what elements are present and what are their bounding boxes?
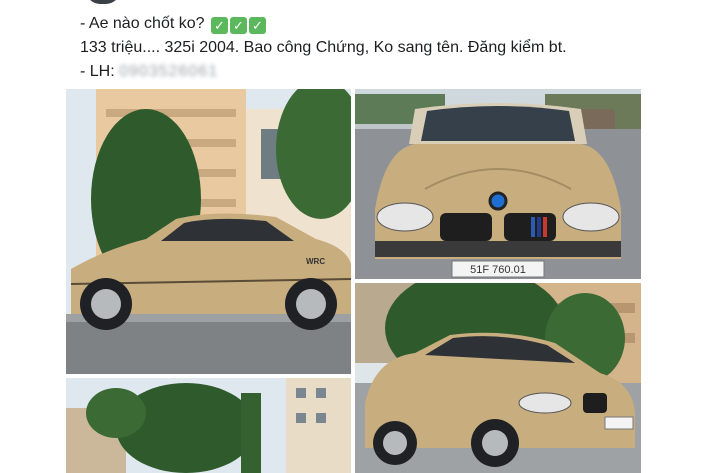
checkmark-icon: ✓ [248, 17, 266, 34]
contact-prefix: - LH: [80, 63, 120, 80]
post-text: - Ae nào chốt ko? ✓ ✓ ✓ 133 triệu.... 325i… [80, 12, 680, 84]
post-line-1-text: - Ae nào chốt ko? [80, 15, 205, 32]
photo-grid: WRC 51F 760.01 [66, 89, 641, 473]
author-avatar[interactable] [86, 0, 120, 4]
photo-car-front[interactable]: 51F 760.01 [355, 89, 641, 279]
license-plate: 51F 760.01 [470, 264, 526, 276]
contact-phone: 0903526061 [119, 63, 219, 80]
checkmark-icon: ✓ [210, 17, 228, 34]
post-line-1: - Ae nào chốt ko? ✓ ✓ ✓ [80, 12, 680, 36]
post-line-3: - LH: 0903526061 [80, 60, 680, 84]
photo-car-three-quarter[interactable] [355, 283, 641, 473]
facebook-post: - Ae nào chốt ko? ✓ ✓ ✓ 133 triệu.... 325i… [0, 0, 710, 473]
post-line-2: 133 triệu.... 325i 2004. Bao công Chứng,… [80, 39, 567, 56]
checkmark-icon: ✓ [229, 17, 247, 34]
photo-car-side[interactable]: WRC [66, 89, 351, 374]
photo-trees-buildings[interactable] [66, 378, 351, 473]
wrc-badge: WRC [306, 257, 325, 266]
